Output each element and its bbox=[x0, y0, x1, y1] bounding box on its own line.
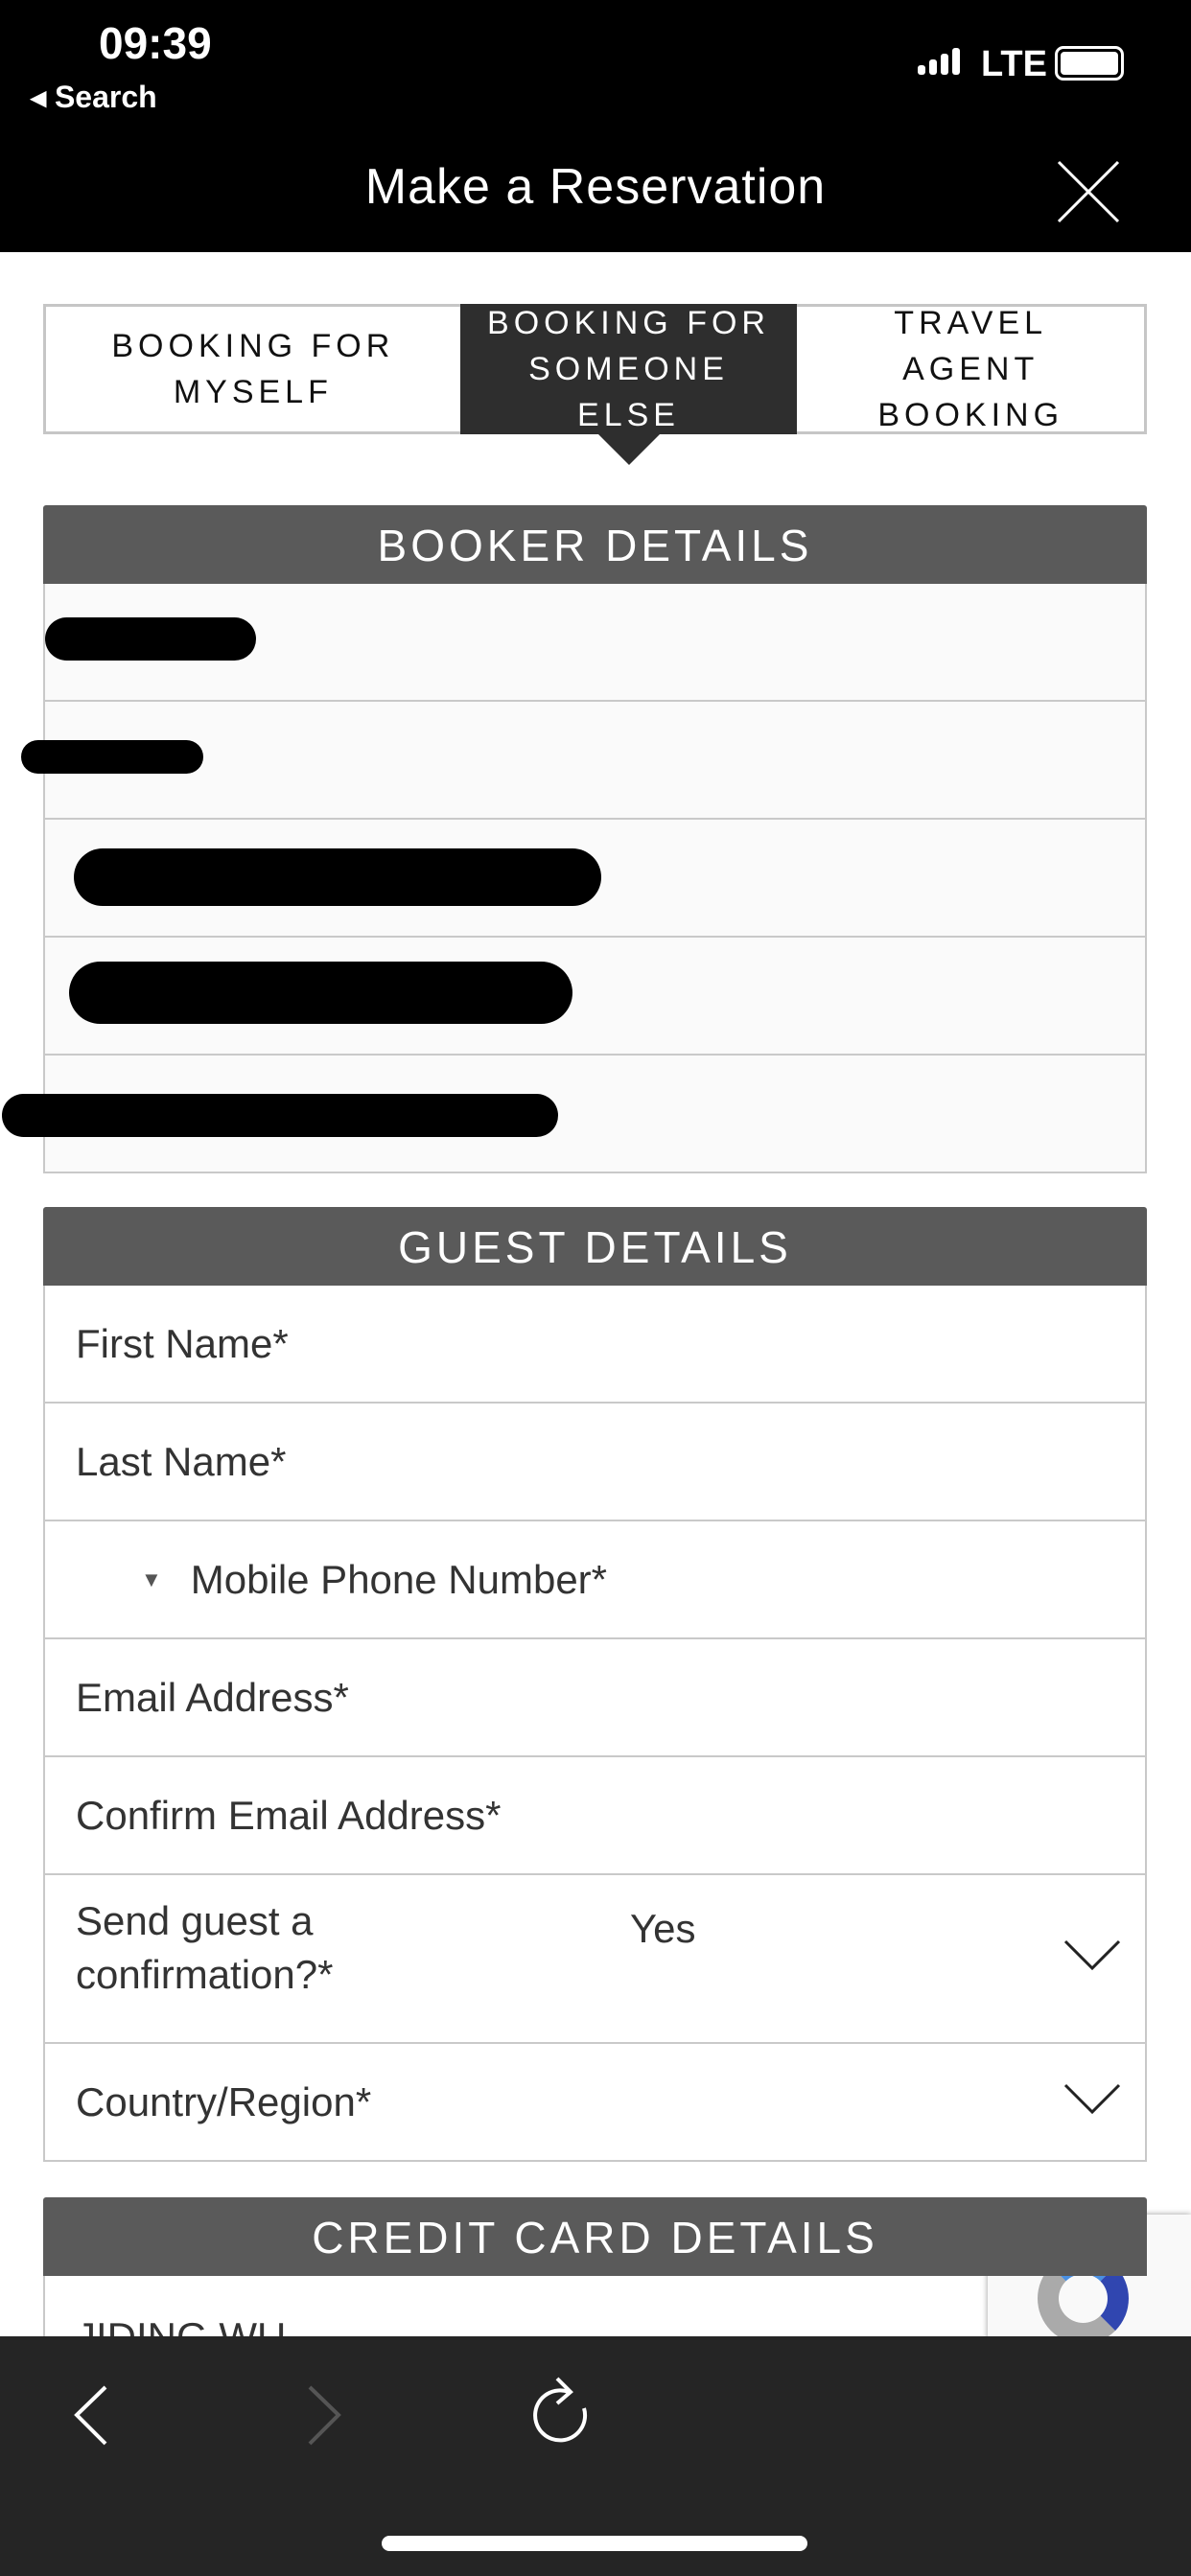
chevron-right-icon[interactable] bbox=[305, 2384, 343, 2447]
page-title: Make a Reservation bbox=[364, 159, 827, 215]
last-name-field[interactable]: Last Name* bbox=[43, 1404, 1147, 1521]
clock: 09:39 bbox=[99, 18, 212, 68]
close-icon[interactable] bbox=[1055, 158, 1122, 225]
send-confirmation-label: Send guest a confirmation?* bbox=[76, 1898, 334, 1997]
send-confirmation-value: Yes bbox=[630, 1906, 696, 1951]
country-region-label: Country/Region* bbox=[76, 2078, 372, 2124]
confirm-email-field[interactable]: Confirm Email Address* bbox=[43, 1757, 1147, 1875]
country-region-select[interactable]: Country/Region* bbox=[43, 2044, 1147, 2162]
booker-field-redacted[interactable] bbox=[43, 820, 1147, 938]
section-header: BOOKER DETAILS bbox=[43, 505, 1147, 584]
tab-booking-someone-else[interactable]: BOOKING FOR SOMEONE ELSE bbox=[459, 304, 798, 465]
mobile-phone-field[interactable]: ▼ Mobile Phone Number* bbox=[43, 1521, 1147, 1639]
booker-field-redacted[interactable] bbox=[43, 584, 1147, 702]
booker-field-redacted[interactable] bbox=[43, 938, 1147, 1056]
reload-icon[interactable] bbox=[530, 2375, 594, 2447]
booking-type-tabs: BOOKING FOR MYSELF BOOKING FOR SOMEONE E… bbox=[43, 304, 1147, 465]
battery-icon bbox=[1055, 46, 1124, 81]
booker-field-redacted[interactable] bbox=[21, 702, 1147, 820]
guest-details: GUEST DETAILS First Name* Last Name* ▼ M… bbox=[43, 1207, 1147, 2162]
email-field[interactable]: Email Address* bbox=[43, 1639, 1147, 1757]
chevron-down-icon bbox=[1063, 2083, 1121, 2114]
send-confirmation-select[interactable]: Send guest a confirmation?* Yes bbox=[43, 1875, 1147, 2044]
section-header: GUEST DETAILS bbox=[43, 1207, 1147, 1286]
signal-icon bbox=[918, 48, 960, 75]
chevron-left-icon[interactable] bbox=[72, 2384, 110, 2447]
first-name-field[interactable]: First Name* bbox=[43, 1286, 1147, 1404]
tab-travel-agent[interactable]: TRAVEL AGENT BOOKING bbox=[797, 305, 1144, 433]
country-code-dropdown[interactable]: ▼ bbox=[141, 1567, 162, 1592]
top-bar: 09:39 ◂ Search LTE Make a Reservation bbox=[0, 0, 1191, 252]
mobile-phone-label: Mobile Phone Number* bbox=[190, 1556, 608, 1602]
chevron-down-icon bbox=[1063, 1939, 1121, 1971]
home-indicator bbox=[382, 2536, 807, 2551]
booker-details: BOOKER DETAILS bbox=[2, 505, 1147, 1173]
back-to-app[interactable]: ◂ Search bbox=[31, 79, 157, 115]
tab-booking-myself[interactable]: BOOKING FOR MYSELF bbox=[46, 307, 460, 431]
section-header: CREDIT CARD DETAILS bbox=[43, 2197, 1147, 2276]
booker-field-redacted[interactable] bbox=[2, 1056, 1147, 1173]
browser-toolbar bbox=[0, 2336, 1191, 2576]
network-type: LTE bbox=[981, 44, 1047, 84]
